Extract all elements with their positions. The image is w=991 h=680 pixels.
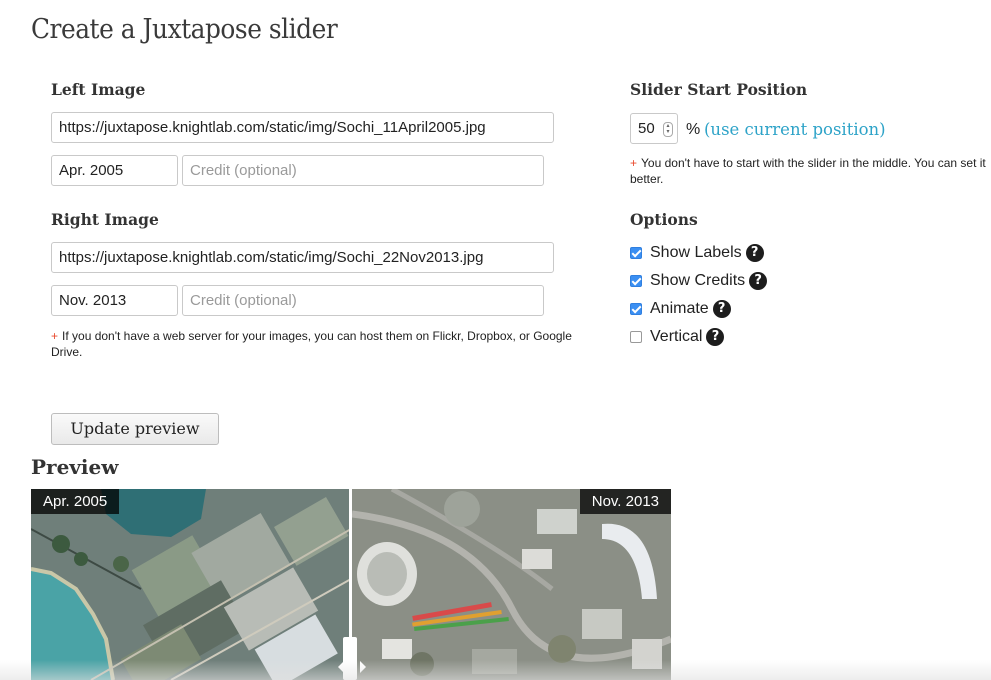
arrow-right-icon xyxy=(360,661,366,673)
animate-checkbox[interactable] xyxy=(630,303,642,315)
right-image-label-input[interactable]: Nov. 2013 xyxy=(51,285,178,316)
use-current-position-link[interactable]: (use current position) xyxy=(704,120,886,139)
host-note: + If you don't have a web server for your… xyxy=(51,328,591,360)
animate-label: Animate xyxy=(650,300,709,317)
preview-heading: Preview xyxy=(31,455,119,479)
option-vertical[interactable]: Vertical ? xyxy=(630,327,725,347)
update-preview-button[interactable]: Update preview xyxy=(51,413,219,445)
after-label-tag: Nov. 2013 xyxy=(579,489,671,514)
option-show-credits[interactable]: Show Credits ? xyxy=(630,271,768,291)
slider-start-value: 50 xyxy=(638,120,655,137)
slider-start-note-text: You don't have to start with the slider … xyxy=(641,156,986,170)
show-credits-label: Show Credits xyxy=(650,272,746,289)
vertical-checkbox[interactable] xyxy=(630,331,642,343)
note-plus-icon: + xyxy=(51,329,59,343)
percent-sign: % xyxy=(686,121,701,138)
slider-start-number-input[interactable]: 50 ▴ ▾ xyxy=(630,113,678,144)
before-image xyxy=(31,489,351,680)
left-image-label-input[interactable]: Apr. 2005 xyxy=(51,155,178,186)
page-title: Create a Juxtapose slider xyxy=(31,14,338,45)
left-image-credit-input[interactable]: Credit (optional) xyxy=(182,155,544,186)
show-labels-label: Show Labels xyxy=(650,244,742,261)
right-image-heading: Right Image xyxy=(51,210,159,229)
show-credits-checkbox[interactable] xyxy=(630,275,642,287)
right-image-url-input[interactable]: https://juxtapose.knightlab.com/static/i… xyxy=(51,242,554,273)
left-image-url-input[interactable]: https://juxtapose.knightlab.com/static/i… xyxy=(51,112,554,143)
slider-handle[interactable] xyxy=(343,637,357,680)
help-icon[interactable]: ? xyxy=(745,244,764,262)
note-plus-icon: + xyxy=(630,156,638,170)
option-animate[interactable]: Animate ? xyxy=(630,299,731,319)
before-label-tag: Apr. 2005 xyxy=(31,489,120,514)
show-labels-checkbox[interactable] xyxy=(630,247,642,259)
slider-start-note: + You don't have to start with the slider… xyxy=(630,155,991,187)
options-heading: Options xyxy=(630,210,698,229)
juxtapose-preview-slider[interactable]: Apr. 2005 Nov. 2013 xyxy=(31,489,671,680)
host-note-text: If you don't have a web server for your … xyxy=(51,329,572,359)
help-icon[interactable]: ? xyxy=(749,272,768,290)
help-icon[interactable]: ? xyxy=(712,300,731,318)
vertical-label: Vertical xyxy=(650,328,703,345)
after-image xyxy=(352,489,671,680)
right-image-credit-input[interactable]: Credit (optional) xyxy=(182,285,544,316)
arrow-left-icon xyxy=(338,661,344,673)
slider-start-heading: Slider Start Position xyxy=(630,80,808,99)
help-icon[interactable]: ? xyxy=(706,328,725,346)
option-show-labels[interactable]: Show Labels ? xyxy=(630,243,764,263)
slider-start-note-text-2: better. xyxy=(630,172,664,186)
spinner-icon[interactable]: ▴ ▾ xyxy=(663,122,673,137)
left-image-heading: Left Image xyxy=(51,80,146,99)
